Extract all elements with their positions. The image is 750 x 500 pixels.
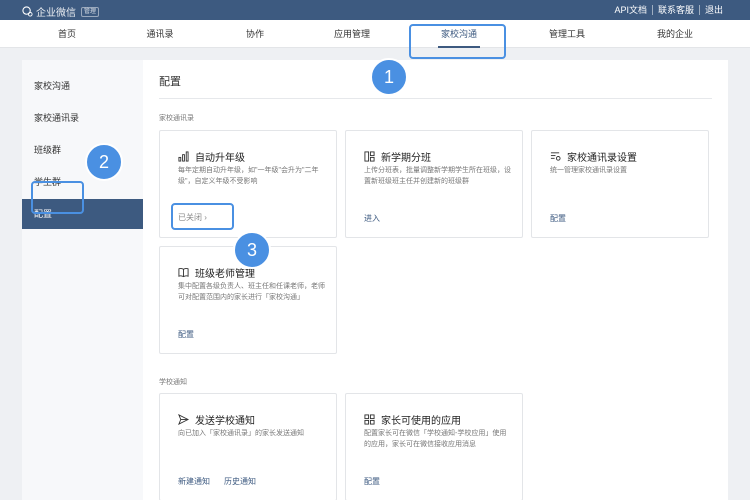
- enter-link[interactable]: 进入: [364, 213, 380, 224]
- card-contacts-settings: 家校通讯录设置 统一管理家校通讯录设置 配置: [531, 130, 709, 238]
- nav-app-management[interactable]: 应用管理: [317, 20, 387, 48]
- brand-name: 企业微信: [36, 8, 76, 19]
- highlight-auto-upgrade-status: [171, 203, 234, 230]
- apps-icon: [364, 414, 375, 425]
- config-link[interactable]: 配置: [550, 213, 566, 224]
- card-title: 新学期分班: [381, 153, 431, 164]
- card-new-semester-class: 新学期分班 上传分班表，批量调整新学期学生所在班级，设置新班级班主任并创建新的班…: [345, 130, 523, 238]
- nav-collaboration[interactable]: 协作: [220, 20, 290, 48]
- history-notice-link[interactable]: 历史通知: [224, 476, 256, 487]
- nav-home[interactable]: 首页: [32, 20, 102, 48]
- nav-contacts[interactable]: 通讯录: [125, 20, 195, 48]
- api-docs-link[interactable]: API文档: [609, 5, 652, 15]
- card-description: 统一管理家校通讯录设置: [550, 167, 627, 174]
- sidebar-item-home-school[interactable]: 家校沟通: [22, 71, 143, 101]
- brand-badge: 管理: [81, 6, 100, 17]
- page-title: 配置: [159, 76, 181, 88]
- grid-icon: [364, 151, 375, 162]
- section-label-school-notice: 学校通知: [159, 379, 187, 386]
- new-notice-link[interactable]: 新建通知: [178, 476, 210, 487]
- card-title: 家长可使用的应用: [381, 416, 461, 427]
- nav-management-tools[interactable]: 管理工具: [532, 20, 602, 48]
- card-description: 每年定期自动升年级，如"一年级"会升为"二年级"，自定义年级不受影响: [178, 167, 319, 185]
- sidebar-item-class-groups[interactable]: 班级群: [22, 135, 143, 165]
- logout-link[interactable]: 退出: [698, 5, 728, 15]
- card-description: 集中配置各级负责人、班主任和任课老师，老师可对配置范围内的家长进行「家校沟通」: [178, 283, 325, 301]
- card-parent-apps: 家长可使用的应用 配置家长可在微信「学校通知-学校应用」使用的应用，家长可在微信…: [345, 393, 523, 500]
- bar-chart-icon: [178, 151, 189, 162]
- sidebar-item-home-school-contacts[interactable]: 家校通讯录: [22, 103, 143, 133]
- card-title: 家校通讯录设置: [567, 153, 637, 164]
- card-send-school-notice: 发送学校通知 向已加入「家校通讯录」的家长发送通知 新建通知 历史通知: [159, 393, 337, 500]
- brand[interactable]: 企业微信 管理: [22, 4, 100, 19]
- step-marker-3: 3: [233, 231, 271, 269]
- config-link[interactable]: 配置: [178, 329, 194, 340]
- step-marker-2: 2: [85, 143, 123, 181]
- card-description: 配置家长可在微信「学校通知-学校应用」使用的应用，家长可在微信接收应用消息: [364, 430, 507, 448]
- nav-my-enterprise[interactable]: 我的企业: [640, 20, 710, 48]
- top-links: API文档 联系客服 退出: [609, 5, 728, 15]
- step-marker-1: 1: [370, 58, 408, 96]
- book-icon: [178, 268, 189, 278]
- card-description: 向已加入「家校通讯录」的家长发送通知: [178, 430, 304, 437]
- card-title: 自动升年级: [195, 153, 245, 164]
- card-description: 上传分班表，批量调整新学期学生所在班级，设置新班级班主任并创建新的班级群: [364, 167, 511, 185]
- top-bar: 企业微信 管理 API文档 联系客服 退出: [0, 0, 750, 20]
- title-divider: [159, 98, 712, 99]
- config-link[interactable]: 配置: [364, 476, 380, 487]
- main-nav: 首页 通讯录 协作 应用管理 家校沟通 管理工具 我的企业: [0, 20, 750, 48]
- main-panel: 配置 家校通讯录 自动升年级 每年定期自动升年级，如"一年级"会升为"二年级"，…: [143, 60, 728, 500]
- highlight-nav-home-school: [409, 24, 506, 59]
- highlight-sidebar-config: [31, 181, 84, 214]
- section-label-contacts: 家校通讯录: [159, 115, 194, 122]
- notice-actions: 新建通知 历史通知: [178, 476, 256, 487]
- wecom-logo-icon: [22, 6, 33, 17]
- card-title: 发送学校通知: [195, 416, 255, 427]
- contact-support-link[interactable]: 联系客服: [651, 5, 699, 15]
- send-icon: [178, 414, 189, 425]
- sidebar: 家校沟通 家校通讯录 班级群 学生群 配置: [22, 60, 143, 500]
- list-settings-icon: [550, 152, 561, 161]
